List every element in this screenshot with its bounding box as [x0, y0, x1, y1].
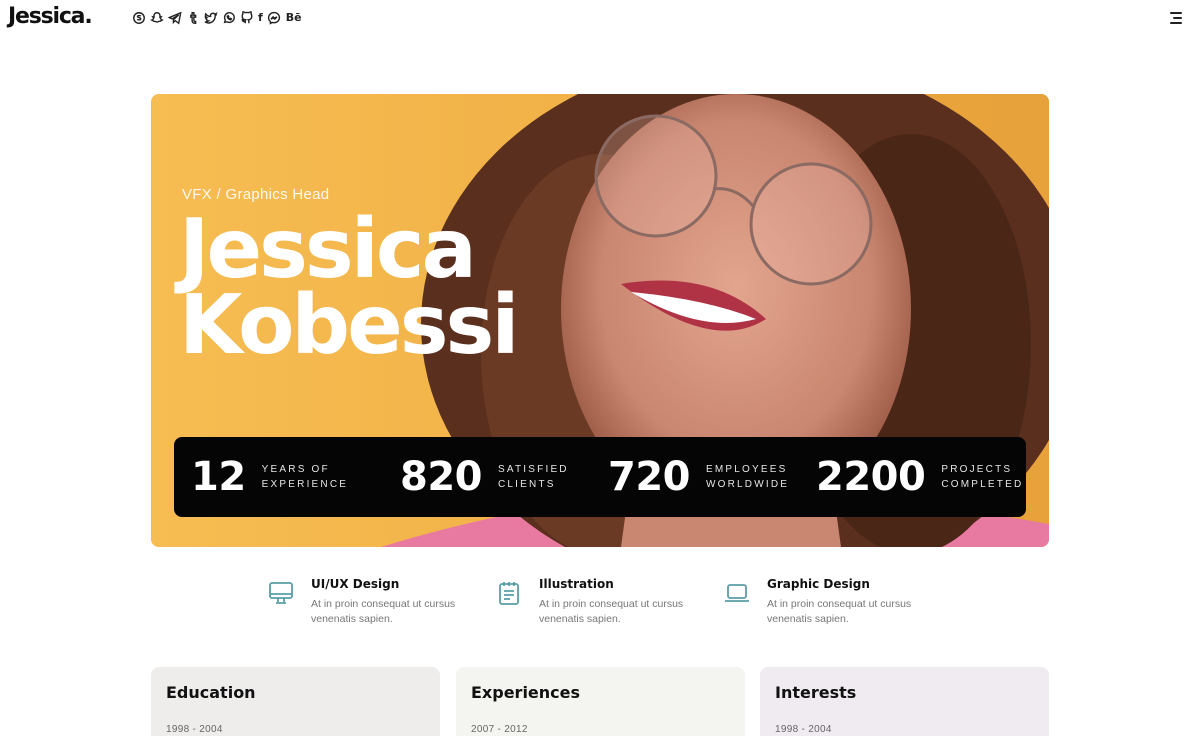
- stats-bar: 12 YEARS OF EXPERIENCE 820 SATISFIED CLIEN…: [174, 437, 1026, 517]
- whatsapp-icon[interactable]: [221, 10, 236, 25]
- card-date: 2007 - 2012: [471, 724, 528, 735]
- hero-first-name: Jessica: [179, 202, 477, 297]
- service-title: Graphic Design: [767, 577, 870, 591]
- stat-projects: 2200 PROJECTS COMPLETED: [816, 437, 1023, 517]
- github-icon[interactable]: [239, 10, 254, 25]
- telegram-icon[interactable]: [167, 10, 182, 25]
- service-description: At in proin consequat ut cursus venenati…: [767, 598, 912, 625]
- social-links: f Bē: [131, 10, 303, 25]
- card-date: 1998 - 2004: [166, 724, 223, 735]
- stat-employees: 720 EMPLOYEES WORLDWIDE: [608, 437, 789, 517]
- card-date: 1998 - 2004: [775, 724, 832, 735]
- stat-label: PROJECTS COMPLETED: [941, 464, 1024, 490]
- monitor-icon: [267, 579, 295, 607]
- hero-subtitle: VFX / Graphics Head: [182, 186, 330, 203]
- card-title: Education: [166, 683, 256, 702]
- behance-icon[interactable]: Bē: [285, 10, 303, 25]
- stat-label: SATISFIED CLIENTS: [498, 464, 569, 490]
- hero-banner: VFX / Graphics Head Jessica Kobessi 12 Y…: [151, 94, 1049, 547]
- messenger-icon[interactable]: [267, 10, 282, 25]
- hero-last-name: Kobessi: [179, 278, 519, 373]
- notepad-icon: [495, 579, 523, 607]
- facebook-icon[interactable]: f: [257, 10, 264, 25]
- card-title: Interests: [775, 683, 857, 702]
- snapchat-icon[interactable]: [149, 10, 164, 25]
- experiences-card: Experiences 2007 - 2012: [456, 667, 745, 736]
- site-logo[interactable]: Jessica.: [8, 4, 93, 29]
- service-description: At in proin consequat ut cursus venenati…: [311, 598, 456, 625]
- stat-experience: 12 YEARS OF EXPERIENCE: [191, 437, 348, 517]
- stat-label: YEARS OF EXPERIENCE: [261, 464, 349, 490]
- card-title: Experiences: [471, 683, 581, 702]
- service-description: At in proin consequat ut cursus venenati…: [539, 598, 684, 625]
- service-title: Illustration: [539, 577, 614, 591]
- laptop-icon: [723, 579, 751, 607]
- stat-value: 2200: [816, 454, 926, 500]
- tumblr-icon[interactable]: [185, 10, 200, 25]
- stat-label: EMPLOYEES WORLDWIDE: [706, 464, 790, 490]
- stat-clients: 820 SATISFIED CLIENTS: [400, 437, 569, 517]
- stat-value: 12: [191, 454, 246, 500]
- twitter-icon[interactable]: [203, 10, 218, 25]
- stat-value: 820: [400, 454, 483, 500]
- site-header: Jessica. f Bē: [0, 0, 1200, 40]
- hamburger-menu-icon[interactable]: [1168, 11, 1182, 25]
- hero-name: Jessica Kobessi: [179, 202, 519, 373]
- skype-icon[interactable]: [131, 10, 146, 25]
- service-title: UI/UX Design: [311, 577, 400, 591]
- stat-value: 720: [608, 454, 691, 500]
- interests-card: Interests 1998 - 2004: [760, 667, 1049, 736]
- education-card: Education 1998 - 2004: [151, 667, 440, 736]
